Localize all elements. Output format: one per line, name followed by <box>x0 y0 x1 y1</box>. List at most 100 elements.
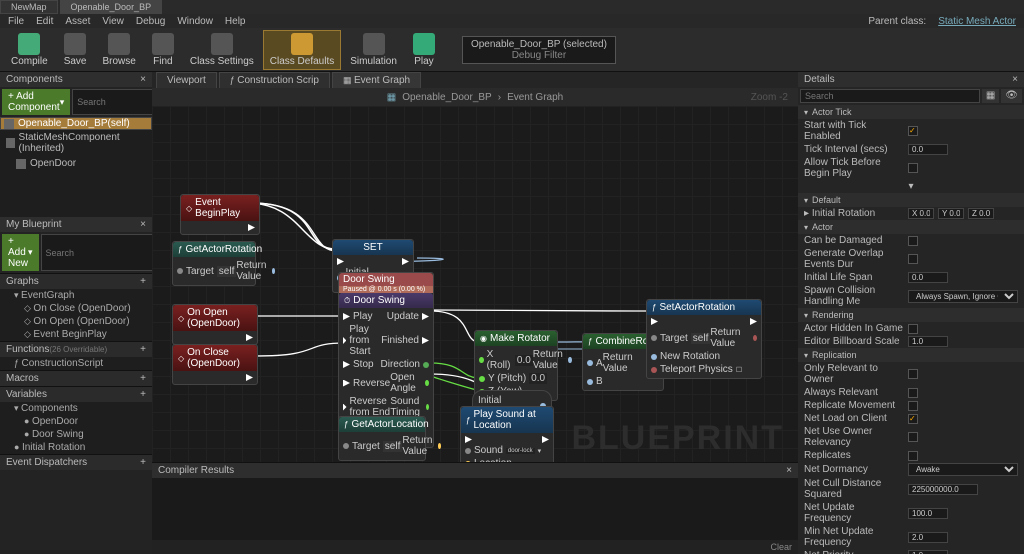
plus-icon[interactable]: + <box>140 457 146 468</box>
section-default[interactable]: Default <box>798 193 1024 207</box>
checkbox[interactable] <box>908 254 918 264</box>
node-play-sound[interactable]: ƒ Play Sound at Location Sound door-lock… <box>460 406 554 462</box>
tree-item[interactable]: ● Door Swing <box>0 428 152 441</box>
browse-button[interactable]: Browse <box>95 30 142 70</box>
dropdown[interactable]: Always Spawn, Ignore Collisions <box>908 290 1018 303</box>
node-on-open[interactable]: ◇ On Open (OpenDoor) <box>172 304 258 345</box>
event-dispatchers-header[interactable]: Event Dispatchers+ <box>0 455 152 470</box>
event-graph-canvas[interactable]: ◇ Event BeginPlay ƒ GetActorRotation Tar… <box>152 106 798 462</box>
parent-class-link[interactable]: Static Mesh Actor <box>938 16 1016 27</box>
breadcrumb: ▦Openable_Door_BP›Event Graph Zoom -2 <box>152 88 798 106</box>
close-icon[interactable]: × <box>140 219 146 230</box>
number-field[interactable] <box>908 508 948 519</box>
checkbox[interactable] <box>908 236 918 246</box>
tree-item-eventgraph[interactable]: ▾ EventGraph <box>0 289 152 302</box>
rot-y-field[interactable] <box>938 208 964 219</box>
blueprint-watermark: BLUEPRINT <box>571 419 784 458</box>
section-replication[interactable]: Replication <box>798 348 1024 362</box>
variables-header[interactable]: Variables+ <box>0 387 152 402</box>
tab-viewport[interactable]: Viewport <box>156 72 217 88</box>
tree-item[interactable]: ƒ ConstructionScript <box>0 357 152 370</box>
checkbox[interactable] <box>908 163 918 173</box>
play-button[interactable]: Play <box>406 30 442 70</box>
node-get-actor-rotation[interactable]: ƒ GetActorRotation Target selfReturn Val… <box>172 241 256 286</box>
filter-icon[interactable]: ▦ <box>982 89 999 103</box>
section-rendering[interactable]: Rendering <box>798 308 1024 322</box>
tree-item[interactable]: ● OpenDoor <box>0 415 152 428</box>
dropdown[interactable]: Awake <box>908 463 1018 476</box>
eye-icon[interactable]: 👁 <box>1001 89 1022 103</box>
checkbox[interactable] <box>908 451 918 461</box>
section-actor-tick[interactable]: Actor Tick <box>798 105 1024 119</box>
tab-newmap[interactable]: NewMap <box>0 0 58 14</box>
components-list: Openable_Door_BP(self) StaticMeshCompone… <box>0 117 152 217</box>
plus-icon[interactable]: + <box>140 373 146 384</box>
node-get-actor-location[interactable]: ƒ GetActorLocation Target selfReturn Val… <box>338 416 426 461</box>
macros-header[interactable]: Macros+ <box>0 371 152 386</box>
plus-icon[interactable]: + <box>140 389 146 400</box>
checkbox[interactable] <box>908 401 918 411</box>
tree-item[interactable]: ◇ On Close (OpenDoor) <box>0 302 152 315</box>
number-field[interactable] <box>908 550 948 554</box>
plus-icon[interactable]: + <box>140 276 146 287</box>
details-panel-header: Details× <box>798 72 1024 87</box>
checkbox[interactable] <box>908 388 918 398</box>
compile-button[interactable]: Compile <box>4 30 55 70</box>
checkbox[interactable] <box>908 432 918 442</box>
close-icon[interactable]: × <box>786 465 792 476</box>
tab-event-graph[interactable]: ▦ Event Graph <box>332 72 421 88</box>
menu-bar: File Edit Asset View Debug Window Help P… <box>0 14 1024 28</box>
menu-window[interactable]: Window <box>177 16 213 27</box>
details-search-input[interactable] <box>800 89 980 103</box>
find-button[interactable]: Find <box>145 30 181 70</box>
add-component-button[interactable]: + Add Component ▾ <box>2 89 70 115</box>
graphs-header[interactable]: Graphs+ <box>0 274 152 289</box>
component-item[interactable]: OpenDoor <box>0 156 152 171</box>
components-panel-header: Components× <box>0 72 152 87</box>
parent-class-label: Parent class: <box>868 16 926 27</box>
tree-item[interactable]: ◇ On Open (OpenDoor) <box>0 315 152 328</box>
save-button[interactable]: Save <box>57 30 94 70</box>
tree-item[interactable]: ● Initial Rotation <box>0 441 152 454</box>
close-icon[interactable]: × <box>1012 74 1018 85</box>
tree-item[interactable]: ◇ Event BeginPlay <box>0 328 152 341</box>
myblueprint-search-input[interactable] <box>41 234 168 271</box>
class-settings-button[interactable]: Class Settings <box>183 30 261 70</box>
plus-icon[interactable]: + <box>140 344 146 355</box>
rot-x-field[interactable] <box>908 208 934 219</box>
checkbox[interactable] <box>908 369 918 379</box>
component-item[interactable]: StaticMeshComponent (Inherited) <box>0 130 152 156</box>
add-new-button[interactable]: + Add New ▾ <box>2 234 39 271</box>
tab-construction-script[interactable]: ƒ Construction Scrip <box>219 72 330 88</box>
tree-item[interactable]: ▾ Components <box>0 402 152 415</box>
node-event-beginplay[interactable]: ◇ Event BeginPlay <box>180 194 260 235</box>
number-field[interactable] <box>908 144 948 155</box>
node-set-actor-rotation[interactable]: ƒ SetActorRotation Target selfReturn Val… <box>646 299 762 379</box>
compiler-results-panel: Compiler Results× Clear <box>152 462 798 554</box>
number-field[interactable] <box>908 336 948 347</box>
menu-edit[interactable]: Edit <box>36 16 53 27</box>
menu-asset[interactable]: Asset <box>65 16 90 27</box>
checkbox[interactable] <box>908 414 918 424</box>
section-actor[interactable]: Actor <box>798 220 1024 234</box>
node-on-close[interactable]: ◇ On Close (OpenDoor) <box>172 344 258 385</box>
myblueprint-panel-header: My Blueprint× <box>0 217 152 232</box>
menu-view[interactable]: View <box>102 16 124 27</box>
clear-button[interactable]: Clear <box>152 540 798 554</box>
menu-debug[interactable]: Debug <box>136 16 165 27</box>
debug-object-selector[interactable]: Openable_Door_BP (selected) Debug Filter <box>462 36 616 64</box>
functions-header[interactable]: Functions (26 Overridable)+ <box>0 342 152 357</box>
simulation-button[interactable]: Simulation <box>343 30 404 70</box>
checkbox[interactable] <box>908 126 918 136</box>
rot-z-field[interactable] <box>968 208 994 219</box>
checkbox[interactable] <box>908 324 918 334</box>
number-field[interactable] <box>908 484 978 495</box>
number-field[interactable] <box>908 272 948 283</box>
close-icon[interactable]: × <box>140 74 146 85</box>
component-item[interactable]: Openable_Door_BP(self) <box>0 117 152 130</box>
tab-blueprint[interactable]: Openable_Door_BP <box>60 0 163 14</box>
number-field[interactable] <box>908 532 948 543</box>
menu-file[interactable]: File <box>8 16 24 27</box>
menu-help[interactable]: Help <box>225 16 246 27</box>
class-defaults-button[interactable]: Class Defaults <box>263 30 341 70</box>
